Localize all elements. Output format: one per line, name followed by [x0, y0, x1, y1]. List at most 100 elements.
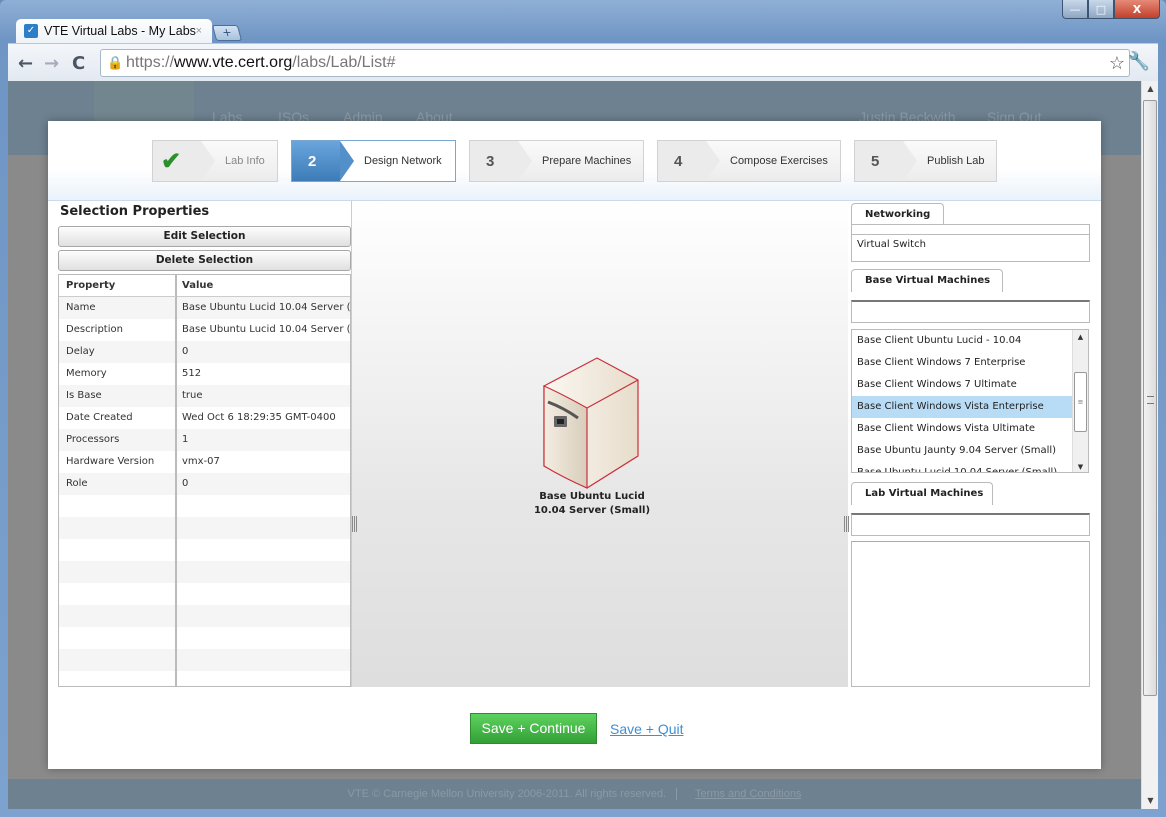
property-value: 0 [182, 478, 189, 489]
vm-scroll-thumb[interactable]: ≡ [1074, 372, 1087, 432]
vm-list-scrollbar[interactable]: ▲ ≡ ▼ [1072, 330, 1088, 472]
step-design-network[interactable]: 2 Design Network [291, 140, 456, 182]
url-path: /labs/Lab/List# [292, 54, 396, 71]
networking-list: Virtual Switch [851, 224, 1090, 262]
empty-table-row [59, 495, 350, 517]
edit-selection-button[interactable]: Edit Selection [58, 226, 351, 247]
property-name: Date Created [59, 407, 176, 429]
wrench-menu-icon[interactable]: 🔧 [1128, 51, 1150, 72]
property-name [59, 495, 176, 517]
empty-table-row [59, 649, 350, 671]
vm-scroll-down-arrow[interactable]: ▼ [1073, 460, 1088, 472]
tab-lab-virtual-machines[interactable]: Lab Virtual Machines [851, 482, 993, 505]
property-value [176, 627, 350, 649]
back-icon[interactable]: ← [18, 53, 33, 74]
lock-warning-icon: 🔒 [107, 55, 124, 70]
scroll-up-arrow[interactable]: ▲ [1142, 81, 1159, 97]
scroll-thumb[interactable] [1143, 100, 1157, 696]
tab-base-virtual-machines[interactable]: Base Virtual Machines [851, 269, 1003, 292]
right-splitter-handle[interactable] [844, 516, 849, 532]
table-header: Property Value [59, 275, 350, 297]
property-name [59, 561, 176, 583]
table-row[interactable]: Name Base Ubuntu Lucid 10.04 Server (Smal… [59, 297, 350, 319]
column-divider [176, 275, 177, 686]
site-footer: VTE © Carnegie Mellon University 2006-20… [8, 779, 1141, 809]
scroll-down-arrow[interactable]: ▼ [1142, 793, 1159, 809]
network-canvas[interactable]: Base Ubuntu Lucid 10.04 Server (Small) [351, 201, 849, 687]
forward-icon[interactable]: → [44, 53, 59, 74]
new-tab-button[interactable]: + [211, 25, 243, 41]
empty-table-row [59, 627, 350, 649]
terms-link[interactable]: Terms and Conditions [695, 788, 801, 800]
step-label: Prepare Machines [542, 155, 632, 167]
table-row[interactable]: Date Created Wed Oct 6 18:29:35 GMT-0400 [59, 407, 350, 429]
table-row[interactable]: Role 0 [59, 473, 350, 495]
reload-icon[interactable]: C [72, 53, 85, 74]
left-splitter-handle[interactable] [352, 516, 357, 532]
close-window-button[interactable]: X [1114, 0, 1160, 19]
property-name: Description [59, 319, 176, 341]
browser-tab[interactable]: ✓ VTE Virtual Labs - My Labs × [16, 19, 212, 43]
tab-close-icon[interactable]: × [196, 25, 202, 37]
property-value: 0 [182, 346, 189, 357]
base-vm-filter-input[interactable] [851, 300, 1090, 323]
lab-vm-filter-input[interactable] [851, 513, 1090, 536]
step-number: 4 [658, 141, 720, 181]
property-name [59, 583, 176, 605]
properties-table: Property Value Name Base Ubuntu Lucid 10.… [58, 274, 351, 687]
checkmark-icon: ✔ [153, 141, 215, 181]
vm-scroll-up-arrow[interactable]: ▲ [1073, 330, 1088, 344]
table-row[interactable]: Hardware Version vmx-07 [59, 451, 350, 473]
delete-selection-button[interactable]: Delete Selection [58, 250, 351, 271]
address-bar[interactable]: 🔒 https://www.vte.cert.org/labs/Lab/List… [100, 49, 1130, 77]
base-vm-item[interactable]: Base Client Windows 7 Enterprise [852, 352, 1073, 374]
base-vm-item[interactable]: Base Ubuntu Lucid 10.04 Server (Small) [852, 462, 1073, 472]
save-quit-link[interactable]: Save + Quit [610, 721, 684, 737]
empty-table-row [59, 539, 350, 561]
minimize-button[interactable]: — [1062, 0, 1088, 19]
base-vm-item[interactable]: Base Client Ubuntu Lucid - 10.04 [852, 330, 1073, 352]
property-name [59, 649, 176, 671]
property-name [59, 671, 176, 686]
table-row[interactable]: Is Base true [59, 385, 350, 407]
property-name [59, 627, 176, 649]
url-domain: www.vte.cert.org [174, 54, 293, 71]
step-compose-exercises[interactable]: 4 Compose Exercises [657, 140, 841, 182]
base-vm-item[interactable]: Base Client Windows Vista Enterprise [852, 396, 1073, 418]
save-continue-button[interactable]: Save + Continue [470, 713, 597, 744]
selection-properties-title: Selection Properties [60, 204, 210, 219]
page-scrollbar[interactable]: ▲ ▼ [1141, 81, 1158, 809]
copyright-text: VTE © Carnegie Mellon University 2006-20… [347, 788, 667, 800]
virtual-switch-item[interactable]: Virtual Switch [852, 235, 1089, 254]
base-vm-item[interactable]: Base Client Windows 7 Ultimate [852, 374, 1073, 396]
property-value [176, 561, 350, 583]
lab-vm-list[interactable] [851, 541, 1090, 687]
column-header-property: Property [59, 275, 176, 296]
column-header-value: Value [182, 280, 214, 291]
base-vm-item[interactable]: Base Ubuntu Jaunty 9.04 Server (Small) [852, 440, 1073, 462]
table-row[interactable]: Processors 1 [59, 429, 350, 451]
url-scheme: https:// [126, 54, 175, 71]
tab-networking[interactable]: Networking [851, 203, 944, 226]
tab-title: VTE Virtual Labs - My Labs [44, 24, 196, 38]
step-prepare-machines[interactable]: 3 Prepare Machines [469, 140, 644, 182]
base-vm-item[interactable]: Base Client Windows Vista Ultimate [852, 418, 1073, 440]
step-number: 5 [855, 141, 917, 181]
step-publish-lab[interactable]: 5 Publish Lab [854, 140, 997, 182]
property-name [59, 605, 176, 627]
vte-favicon-icon: ✓ [24, 24, 38, 38]
step-label: Lab Info [225, 155, 265, 167]
property-name: Processors [59, 429, 176, 451]
property-value [176, 539, 350, 561]
property-name: Name [59, 297, 176, 319]
server-node-icon[interactable] [542, 356, 642, 491]
bookmark-star-icon[interactable]: ☆ [1109, 50, 1125, 76]
table-row[interactable]: Delay 0 [59, 341, 350, 363]
maximize-button[interactable]: □ [1088, 0, 1114, 19]
property-value: 1 [182, 434, 189, 445]
table-row[interactable]: Description Base Ubuntu Lucid 10.04 Serve… [59, 319, 350, 341]
step-lab-info[interactable]: ✔ Lab Info [152, 140, 278, 182]
empty-table-row [59, 671, 350, 686]
table-row[interactable]: Memory 512 [59, 363, 350, 385]
property-value [176, 495, 350, 517]
